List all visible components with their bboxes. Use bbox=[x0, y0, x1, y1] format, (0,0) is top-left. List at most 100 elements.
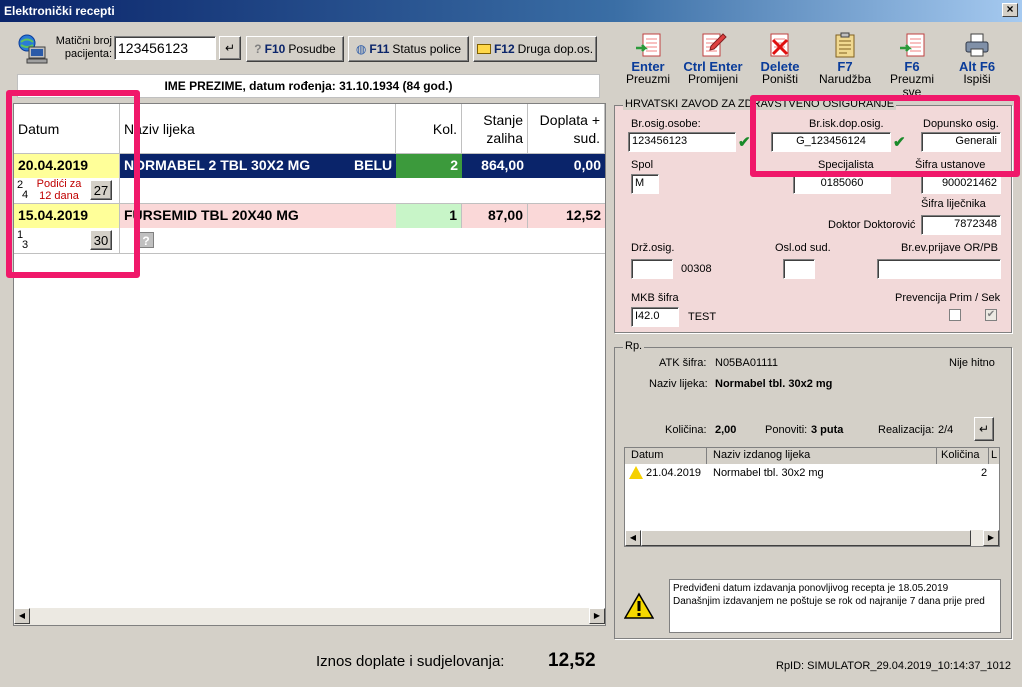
scroll-left-icon[interactable]: ◀ bbox=[14, 608, 30, 624]
druga-key: F12 bbox=[493, 42, 515, 56]
mkb-text: TEST bbox=[688, 311, 717, 323]
issued-col-l[interactable]: L bbox=[989, 448, 999, 464]
toolbar-delete-label: Poništi bbox=[761, 72, 799, 86]
atk-value: N05BA01111 bbox=[715, 357, 778, 369]
posudbe-button[interactable]: ? F10 Posudbe bbox=[246, 36, 344, 62]
question-icon[interactable]: ? bbox=[138, 232, 154, 248]
prevencija-sek-checkbox[interactable]: ✔ bbox=[985, 309, 997, 321]
toolbar-ctrl-enter-button[interactable]: Ctrl Enter Promijeni bbox=[679, 32, 747, 86]
issued-col-naziv[interactable]: Naziv izdanog lijeka bbox=[707, 448, 937, 464]
row-kol: 1 bbox=[396, 204, 462, 228]
realizacija-label: Realizacija: bbox=[878, 424, 935, 436]
enter-arrow-icon: ↵ bbox=[978, 422, 990, 436]
sifra-lijecnika-label: Šifra liječnika bbox=[921, 198, 986, 210]
card-icon bbox=[476, 44, 491, 54]
col-header-naziv[interactable]: Naziv lijeka bbox=[120, 104, 396, 154]
import-all-icon bbox=[900, 33, 925, 57]
warning-message: Predviđeni datum izdavanja ponovljivog r… bbox=[669, 579, 1001, 633]
clipboard-icon bbox=[835, 32, 855, 58]
realizacija-button[interactable]: ↵ bbox=[974, 417, 994, 441]
mbo-enter-button[interactable]: ↵ bbox=[219, 36, 241, 60]
status-police-button[interactable]: ◍ F11 Status police bbox=[348, 36, 469, 62]
warning-icon bbox=[623, 592, 655, 620]
printer-icon bbox=[965, 33, 989, 57]
col-header-stanje[interactable]: Stanje zaliha bbox=[462, 104, 528, 154]
mkb-input[interactable]: I42.0 bbox=[631, 307, 679, 327]
issued-col-datum[interactable]: Datum bbox=[625, 448, 707, 464]
issued-col-kolicina[interactable]: Količina bbox=[937, 448, 989, 464]
druga-dop-os-button[interactable]: F12 Druga dop.os. bbox=[473, 36, 597, 62]
delete-icon bbox=[770, 33, 789, 57]
toolbar-enter-button[interactable]: Enter Preuzmi bbox=[622, 32, 674, 86]
globe-icon: ◍ bbox=[355, 42, 367, 56]
toolbar-delete-button[interactable]: Delete Poništi bbox=[756, 32, 804, 86]
ponoviti-value: 3 puta bbox=[811, 424, 844, 436]
br-osig-input[interactable]: 123456123 bbox=[628, 132, 736, 152]
toolbar-print-button[interactable]: Alt F6 Ispiši bbox=[952, 32, 1002, 86]
sifra-ustanove-input[interactable]: 900021462 bbox=[921, 174, 1001, 194]
row-tag: BELU bbox=[350, 154, 396, 178]
highlight-box-dopunsko bbox=[750, 95, 1020, 177]
issued-list: Datum Naziv izdanog lijeka Količina L 21… bbox=[624, 447, 1000, 547]
ponoviti-label: Ponoviti: bbox=[765, 424, 808, 436]
rp-group: Rp. ATK šifra: N05BA01111 Nije hitno Naz… bbox=[614, 340, 1012, 639]
prevencija-label: Prevencija Prim / Sek bbox=[895, 292, 1001, 304]
posudbe-key: F10 bbox=[264, 42, 286, 56]
edit-icon bbox=[702, 33, 727, 57]
mkb-label: MKB šifra bbox=[631, 292, 679, 304]
status-label: Status police bbox=[392, 42, 462, 56]
naziv-label: Naziv lijeka: bbox=[649, 378, 708, 390]
check-icon: ✔ bbox=[738, 134, 751, 151]
drz-osig-input[interactable] bbox=[631, 259, 673, 279]
enter-arrow-icon: ↵ bbox=[224, 41, 236, 55]
mbo-input[interactable]: 123456123 bbox=[114, 36, 216, 60]
scroll-right-icon[interactable]: ▶ bbox=[589, 608, 605, 624]
status-key: F11 bbox=[369, 42, 390, 56]
prevencija-prim-checkbox[interactable] bbox=[949, 309, 961, 321]
br-ev-prijave-input[interactable] bbox=[877, 259, 1001, 279]
row-stanje: 87,00 bbox=[462, 204, 528, 228]
drz-osig-code: 00308 bbox=[681, 263, 712, 275]
doktor-label: Doktor Doktorović bbox=[828, 219, 916, 231]
atk-label: ATK šifra: bbox=[659, 357, 707, 369]
drz-osig-label: Drž.osig. bbox=[631, 242, 675, 254]
list-item[interactable]: 21.04.2019 Normabel tbl. 30x2 mg 2 bbox=[625, 465, 999, 483]
iznos-label: Iznos doplate i sudjelovanja: bbox=[316, 653, 505, 670]
rpid-text: RpID: SIMULATOR_29.04.2019_10:14:37_1012 bbox=[776, 660, 1012, 672]
toolbar-f7-button[interactable]: F7 Narudžba bbox=[817, 32, 873, 86]
col-header-doplata[interactable]: Doplata + sud. bbox=[528, 104, 605, 154]
row-doplata: 0,00 bbox=[528, 154, 605, 178]
col-header-kol[interactable]: Kol. bbox=[396, 104, 462, 154]
specijalista-input[interactable]: 0185060 bbox=[793, 174, 891, 194]
question-icon: ? bbox=[254, 42, 262, 56]
issued-horizontal-scrollbar[interactable]: ◀ ▶ bbox=[625, 530, 999, 546]
warning-icon bbox=[629, 466, 643, 479]
issued-kolicina: 2 bbox=[981, 467, 988, 479]
close-button[interactable]: × bbox=[1002, 3, 1018, 17]
row-subinfo-empty: ? bbox=[120, 228, 605, 254]
issued-datum: 21.04.2019 bbox=[646, 467, 702, 479]
scroll-left-icon[interactable]: ◀ bbox=[625, 530, 641, 546]
druga-label: Druga dop.os. bbox=[517, 42, 594, 56]
scroll-thumb[interactable] bbox=[641, 530, 971, 546]
issued-naziv: Normabel tbl. 30x2 mg bbox=[713, 467, 824, 479]
issued-list-header: Datum Naziv izdanog lijeka Količina L bbox=[625, 448, 999, 464]
scroll-right-icon[interactable]: ▶ bbox=[983, 530, 999, 546]
realizacija-value: 2/4 bbox=[938, 424, 954, 436]
osl-sud-input[interactable] bbox=[783, 259, 815, 279]
highlight-box-datum bbox=[6, 90, 140, 278]
mbo-label: Matični broj pacijenta: bbox=[55, 35, 112, 60]
spol-input[interactable]: M bbox=[631, 174, 659, 194]
spol-label: Spol bbox=[631, 159, 654, 171]
toolbar-enter-label: Preuzmi bbox=[625, 72, 670, 86]
posudbe-label: Posudbe bbox=[288, 42, 336, 56]
toolbar-f6-button[interactable]: F6 Preuzmi sve bbox=[879, 32, 945, 99]
kolicina-label: Količina: bbox=[665, 424, 707, 436]
grid-horizontal-scrollbar[interactable]: ◀ ▶ bbox=[14, 608, 605, 625]
window-title: Elektronički recepti bbox=[4, 4, 115, 18]
sifra-lijecnika-input[interactable]: 7872348 bbox=[921, 215, 1001, 235]
toolbar-ctrl-enter-label: Promijeni bbox=[687, 72, 738, 86]
import-icon bbox=[636, 33, 661, 57]
row-doplata: 12,52 bbox=[528, 204, 605, 228]
kolicina-value: 2,00 bbox=[715, 424, 737, 436]
